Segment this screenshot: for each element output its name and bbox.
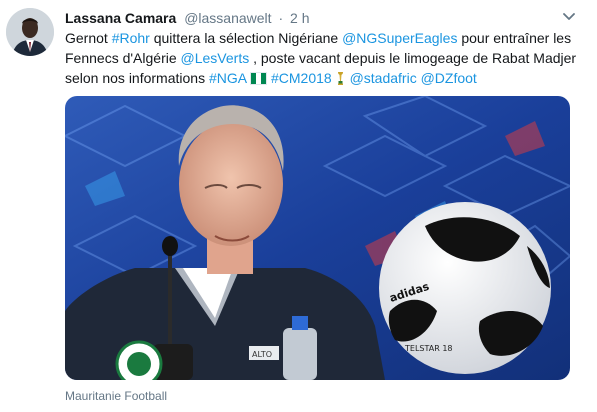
chevron-down-icon: [563, 13, 575, 20]
author-avatar[interactable]: [6, 8, 54, 56]
tweet-menu-button[interactable]: [558, 6, 580, 28]
tweet-header: Lassana Camara @lassanawelt · 2 h: [65, 9, 309, 27]
mention-stadafric[interactable]: @stadafric: [350, 70, 417, 86]
tweet-timestamp[interactable]: 2 h: [290, 10, 309, 26]
nigeria-flag-icon: [250, 72, 268, 85]
tweet-media-image[interactable]: ALTO adidas TELSTAR 18: [65, 96, 570, 380]
hashtag-rohr[interactable]: #Rohr: [112, 30, 150, 46]
mention-lesverts[interactable]: @LesVerts: [181, 50, 250, 66]
author-handle[interactable]: @lassanawelt: [184, 10, 271, 26]
tweet-card[interactable]: Lassana Camara @lassanawelt · 2 h Gernot…: [0, 0, 597, 412]
mention-ngsupereagles[interactable]: @NGSuperEagles: [342, 30, 457, 46]
tweet-text-seg: quittera la sélection Nigériane: [149, 30, 343, 46]
ball-model-text: TELSTAR 18: [404, 344, 453, 353]
media-caption[interactable]: Mauritanie Football: [65, 389, 167, 403]
mention-dzfoot[interactable]: @DZfoot: [421, 70, 477, 86]
separator-dot: ·: [278, 10, 284, 26]
tweet-text: Gernot #Rohr quittera la sélection Nigér…: [65, 28, 577, 88]
hashtag-cm2018[interactable]: #CM2018: [271, 70, 332, 86]
tweet-text-seg: Gernot: [65, 30, 112, 46]
world-cup-trophy-icon: [337, 72, 343, 85]
avatar-photo: [6, 8, 54, 56]
author-name[interactable]: Lassana Camara: [65, 10, 176, 26]
hashtag-nga[interactable]: #NGA: [209, 70, 247, 86]
press-conference-photo: ALTO adidas TELSTAR 18: [65, 96, 570, 380]
badge-text: ALTO: [252, 350, 272, 359]
